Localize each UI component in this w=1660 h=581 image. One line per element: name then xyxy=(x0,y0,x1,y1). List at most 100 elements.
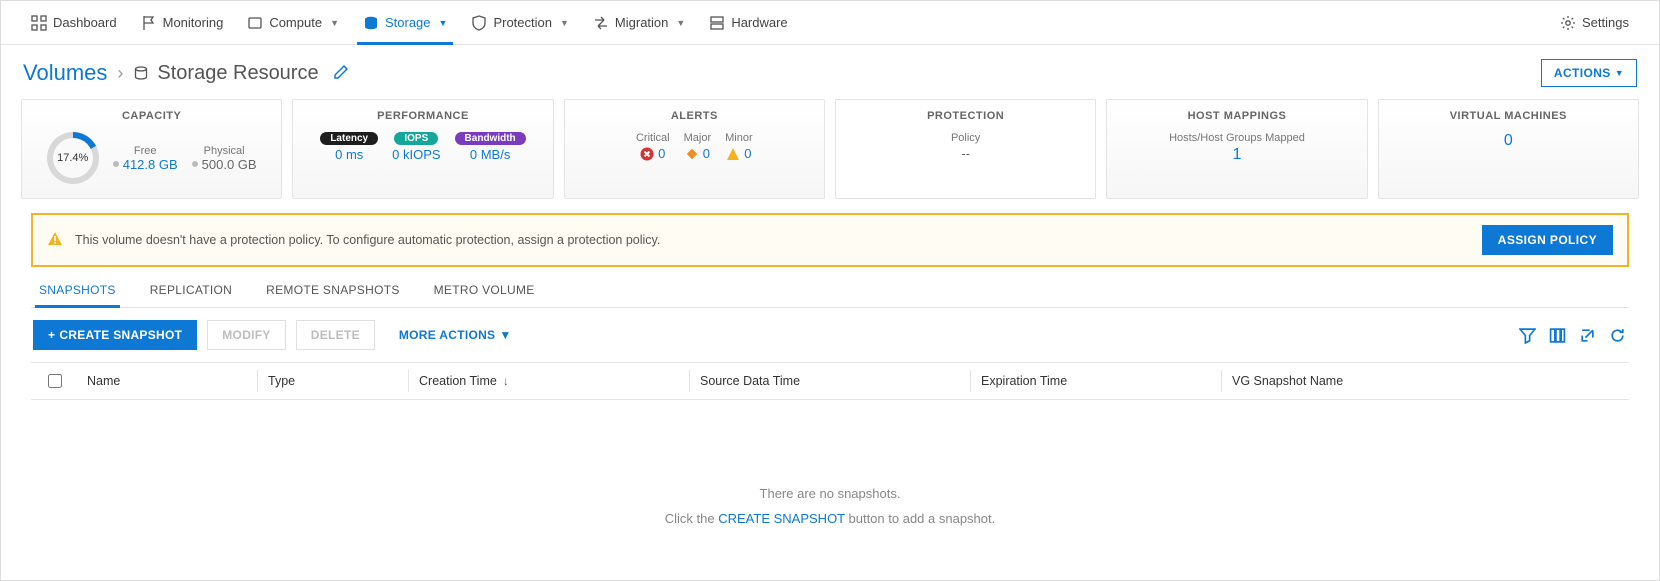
empty-post: button to add a snapshot. xyxy=(845,511,995,526)
policy-value: -- xyxy=(961,146,970,161)
nav-label: Migration xyxy=(615,15,668,30)
protection-subtabs: SNAPSHOTS REPLICATION REMOTE SNAPSHOTS M… xyxy=(31,267,1629,308)
refresh-icon[interactable] xyxy=(1607,325,1627,345)
host-value[interactable]: 1 xyxy=(1233,146,1242,164)
free-label: Free xyxy=(134,145,157,157)
edit-icon[interactable] xyxy=(333,64,349,83)
iops-pill: IOPS xyxy=(394,132,438,145)
chevron-down-icon: ▼ xyxy=(330,18,339,28)
columns-icon[interactable] xyxy=(1547,325,1567,345)
col-name[interactable]: Name xyxy=(77,374,257,388)
capacity-donut: 17.4% xyxy=(47,132,99,184)
delete-button: DELETE xyxy=(296,320,375,350)
nav-dashboard[interactable]: Dashboard xyxy=(19,1,129,45)
policy-warning-banner: This volume doesn't have a protection po… xyxy=(31,213,1629,267)
alert-value: 0 xyxy=(744,146,751,161)
plus-icon: + xyxy=(48,328,55,342)
empty-link[interactable]: CREATE SNAPSHOT xyxy=(718,511,845,526)
tab-remote-snapshots[interactable]: REMOTE SNAPSHOTS xyxy=(264,277,401,307)
card-capacity[interactable]: CAPACITY 17.4% Free 412.8 GB Physical 50… xyxy=(21,99,282,199)
card-title: HOST MAPPINGS xyxy=(1188,110,1287,122)
snapshots-toolbar: +CREATE SNAPSHOT MODIFY DELETE MORE ACTI… xyxy=(31,308,1629,362)
alert-minor: Minor 0 xyxy=(725,132,753,161)
vm-value[interactable]: 0 xyxy=(1504,132,1513,150)
card-title: PERFORMANCE xyxy=(377,110,469,122)
card-title: CAPACITY xyxy=(122,110,181,122)
modify-button: MODIFY xyxy=(207,320,285,350)
top-nav: Dashboard Monitoring Compute ▼ Storage ▼… xyxy=(1,1,1659,45)
banner-message: This volume doesn't have a protection po… xyxy=(75,233,1470,247)
app-frame: Dashboard Monitoring Compute ▼ Storage ▼… xyxy=(0,0,1660,581)
tab-replication[interactable]: REPLICATION xyxy=(148,277,234,307)
nav-label: Hardware xyxy=(731,15,787,30)
phys-label: Physical xyxy=(204,145,245,157)
nav-compute[interactable]: Compute ▼ xyxy=(235,1,351,45)
card-protection[interactable]: PROTECTION Policy -- xyxy=(835,99,1096,199)
filter-icon[interactable] xyxy=(1517,325,1537,345)
nav-storage[interactable]: Storage ▼ xyxy=(351,1,459,45)
col-type[interactable]: Type xyxy=(258,374,408,388)
capacity-pct: 17.4% xyxy=(57,152,88,164)
empty-line2: Click the CREATE SNAPSHOT button to add … xyxy=(31,511,1629,526)
warning-icon xyxy=(47,231,63,250)
create-snapshot-button[interactable]: +CREATE SNAPSHOT xyxy=(33,320,197,350)
col-label: Creation Time xyxy=(419,374,497,388)
nav-hardware[interactable]: Hardware xyxy=(697,1,799,45)
empty-line1: There are no snapshots. xyxy=(31,486,1629,501)
card-title: VIRTUAL MACHINES xyxy=(1450,110,1567,122)
latency-value: 0 ms xyxy=(335,147,363,162)
host-label: Hosts/Host Groups Mapped xyxy=(1169,132,1305,144)
nav-label: Settings xyxy=(1582,15,1629,30)
gear-icon xyxy=(1560,15,1576,31)
card-host-mappings[interactable]: HOST MAPPINGS Hosts/Host Groups Mapped 1 xyxy=(1106,99,1367,199)
perf-bandwidth: Bandwidth 0 MB/s xyxy=(455,132,526,162)
col-creation-time[interactable]: Creation Time ↓ xyxy=(409,374,689,388)
chevron-down-icon: ▼ xyxy=(560,18,569,28)
sort-desc-icon: ↓ xyxy=(503,374,509,388)
nav-label: Storage xyxy=(385,15,431,30)
hardware-icon xyxy=(709,15,725,31)
grid-icon xyxy=(31,15,47,31)
tab-snapshots[interactable]: SNAPSHOTS xyxy=(37,277,118,307)
col-expiration-time[interactable]: Expiration Time xyxy=(971,374,1221,388)
flag-icon xyxy=(141,15,157,31)
storage-icon xyxy=(363,15,379,31)
breadcrumb-root[interactable]: Volumes xyxy=(23,60,107,86)
compute-icon xyxy=(247,15,263,31)
card-performance[interactable]: PERFORMANCE Latency 0 ms IOPS 0 kIOPS Ba… xyxy=(292,99,553,199)
alert-major: Major 0 xyxy=(684,132,712,161)
page-header: Volumes › Storage Resource ACTIONS ▼ xyxy=(1,45,1659,95)
latency-pill: Latency xyxy=(320,132,378,145)
iops-value: 0 kIOPS xyxy=(392,147,440,162)
nav-settings[interactable]: Settings xyxy=(1548,1,1641,45)
card-alerts[interactable]: ALERTS Critical 0 Major 0 xyxy=(564,99,825,199)
nav-monitoring[interactable]: Monitoring xyxy=(129,1,236,45)
alert-value: 0 xyxy=(658,146,665,161)
summary-cards: CAPACITY 17.4% Free 412.8 GB Physical 50… xyxy=(1,95,1659,213)
chevron-down-icon: ▼ xyxy=(499,328,511,342)
more-actions-button[interactable]: MORE ACTIONS▼ xyxy=(385,321,526,349)
tab-metro-volume[interactable]: METRO VOLUME xyxy=(432,277,537,307)
assign-policy-button[interactable]: ASSIGN POLICY xyxy=(1482,225,1613,255)
export-icon[interactable] xyxy=(1577,325,1597,345)
chevron-down-icon: ▼ xyxy=(439,18,448,28)
more-label: MORE ACTIONS xyxy=(399,328,496,342)
chevron-down-icon: ▼ xyxy=(1615,68,1624,78)
phys-value: 500.0 GB xyxy=(202,157,257,172)
critical-icon xyxy=(640,147,654,161)
col-label: Source Data Time xyxy=(700,374,800,388)
free-value: 412.8 GB xyxy=(123,157,178,172)
nav-protection[interactable]: Protection ▼ xyxy=(459,1,580,45)
alert-label: Minor xyxy=(725,132,753,144)
select-all-checkbox[interactable] xyxy=(48,374,62,388)
col-label: VG Snapshot Name xyxy=(1232,374,1343,388)
col-vg-snapshot-name[interactable]: VG Snapshot Name xyxy=(1222,374,1629,388)
col-source-data-time[interactable]: Source Data Time xyxy=(690,374,970,388)
nav-migration[interactable]: Migration ▼ xyxy=(581,1,697,45)
nav-label: Protection xyxy=(493,15,552,30)
col-label: Type xyxy=(268,374,295,388)
actions-button[interactable]: ACTIONS ▼ xyxy=(1541,59,1637,87)
col-checkbox[interactable] xyxy=(31,371,77,391)
card-virtual-machines[interactable]: VIRTUAL MACHINES 0 xyxy=(1378,99,1639,199)
breadcrumb-current-label: Storage Resource xyxy=(157,62,318,85)
